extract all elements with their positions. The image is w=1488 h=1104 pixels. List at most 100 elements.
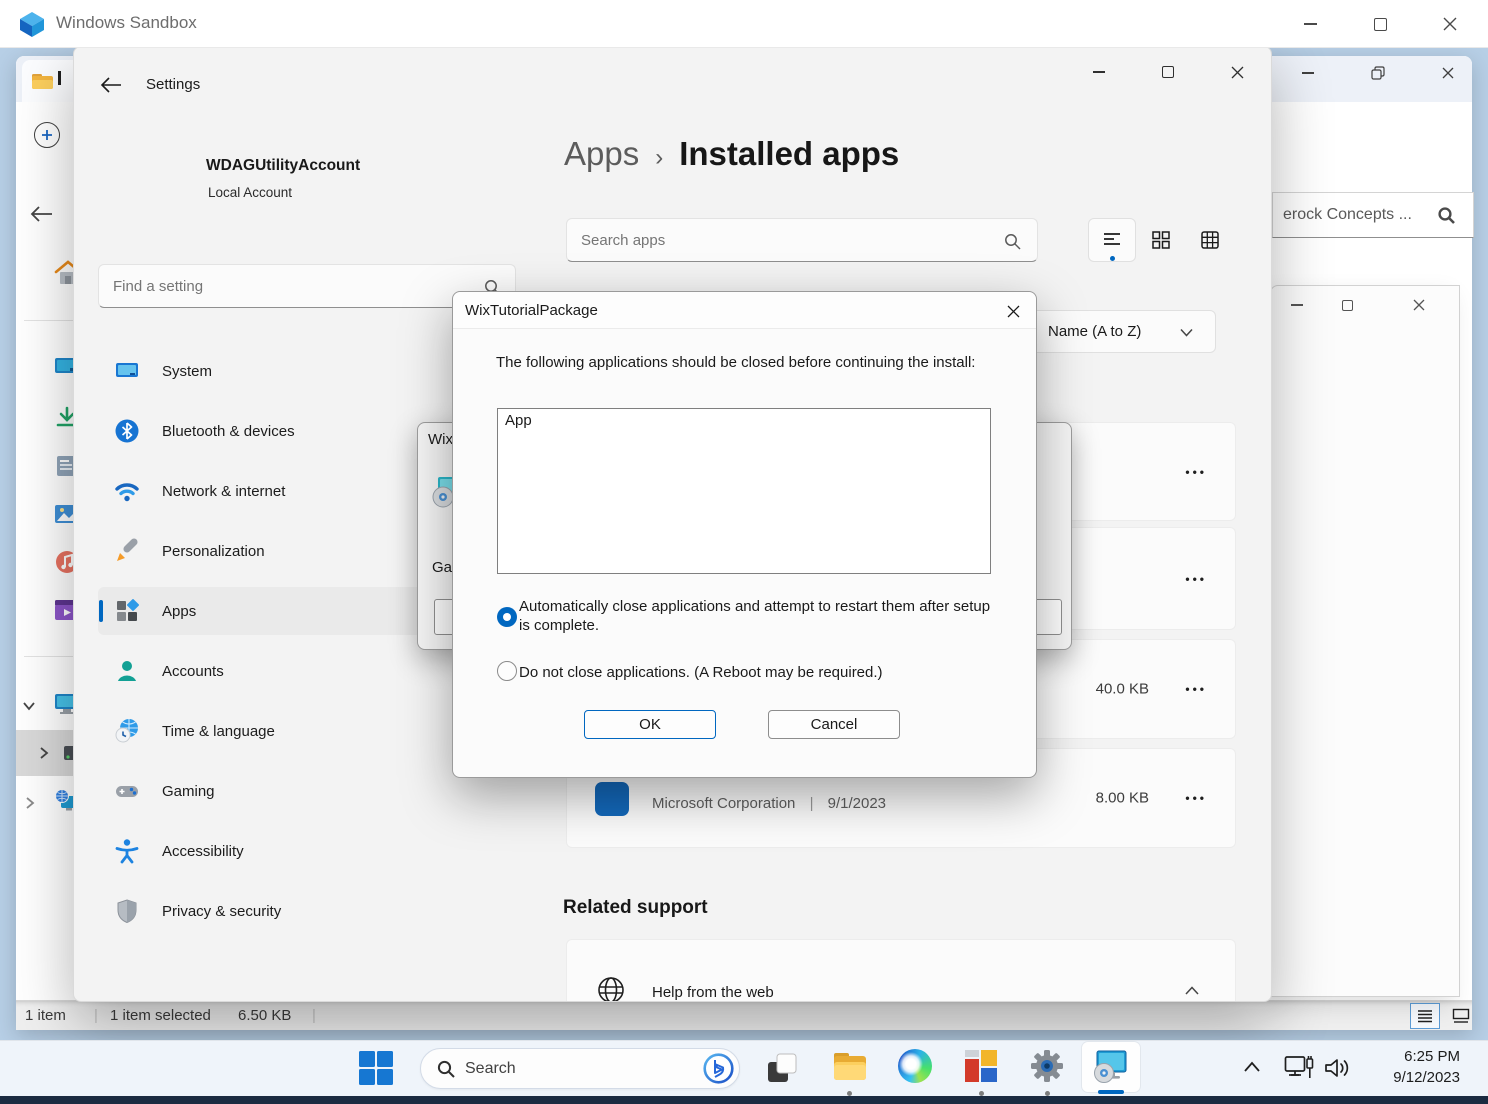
new-tab-button[interactable] <box>34 122 60 148</box>
sandbox-maximize-button[interactable] <box>1356 8 1404 40</box>
sidebar-item-label: Accessibility <box>162 843 244 860</box>
volume-tray-icon[interactable] <box>1324 1056 1352 1080</box>
task-view-button[interactable] <box>764 1050 800 1086</box>
back-arrow-icon[interactable] <box>28 204 54 224</box>
more-options-button[interactable]: ••• <box>1185 465 1207 479</box>
maximize-icon <box>1342 300 1353 311</box>
start-button[interactable] <box>358 1050 394 1086</box>
sidebar-item-accessibility[interactable]: Accessibility <box>98 827 516 875</box>
task-view-icon <box>766 1052 798 1084</box>
bg-window-minimize-button[interactable] <box>1277 292 1317 318</box>
sandbox-minimize-button[interactable] <box>1286 8 1334 40</box>
explorer-restore-button[interactable] <box>1358 58 1398 88</box>
breadcrumb-apps[interactable]: Apps <box>564 135 639 173</box>
settings-window-title: Settings <box>146 76 200 93</box>
explorer-minimize-button[interactable] <box>1288 58 1328 88</box>
thumbnail-view-icon <box>1452 1008 1470 1024</box>
breadcrumb-chevron: › <box>639 144 679 172</box>
settings-minimize-button[interactable] <box>1076 57 1122 87</box>
close-icon <box>1007 305 1020 318</box>
radio-do-not-close[interactable] <box>497 661 517 681</box>
restore-icon <box>1371 66 1385 80</box>
sidebar-item-label: Bluetooth & devices <box>162 423 295 440</box>
sandbox-close-button[interactable] <box>1426 8 1474 40</box>
wix-window-text: Ga <box>432 559 452 576</box>
grid-view-button[interactable] <box>1137 218 1185 262</box>
active-view-dot <box>1110 256 1115 261</box>
dialog-title: WixTutorialPackage <box>465 302 598 319</box>
explorer-search-box[interactable] <box>1272 192 1474 238</box>
settings-maximize-button[interactable] <box>1145 57 1191 87</box>
sandbox-titlebar: Windows Sandbox <box>0 0 1488 48</box>
more-options-button[interactable]: ••• <box>1185 791 1207 805</box>
network-tray-icon[interactable] <box>1284 1054 1314 1082</box>
help-from-web-card[interactable]: Help from the web <box>566 939 1236 1002</box>
sidebar-divider-2 <box>24 656 76 657</box>
dialog-message: The following applications should be clo… <box>496 354 975 371</box>
account-type: Local Account <box>208 185 292 200</box>
details-view-button[interactable] <box>1410 1003 1440 1029</box>
settings-taskbar-button[interactable] <box>1029 1048 1065 1084</box>
publisher-date-divider: | <box>800 795 824 812</box>
search-icon <box>1004 233 1021 250</box>
edge-taskbar-button[interactable] <box>897 1048 933 1084</box>
dialog-close-button[interactable] <box>993 295 1033 327</box>
search-apps-input[interactable] <box>567 219 1037 261</box>
ok-button[interactable]: OK <box>584 710 716 739</box>
page-title: Installed apps <box>679 135 899 173</box>
tray-date-value: 9/12/2023 <box>1356 1067 1460 1088</box>
tray-chevron-up-icon[interactable] <box>1243 1060 1261 1074</box>
background-window <box>1270 285 1460 997</box>
gamepad-icon <box>114 778 140 804</box>
listbox-item[interactable]: App <box>498 409 990 432</box>
more-options-button[interactable]: ••• <box>1185 572 1207 586</box>
chevron-down-icon[interactable] <box>22 700 36 712</box>
bluetooth-icon <box>114 418 140 444</box>
tiles-app-taskbar-button[interactable] <box>963 1048 999 1084</box>
sidebar-item-privacy[interactable]: Privacy & security <box>98 887 516 935</box>
folder-tab-icon <box>32 72 54 90</box>
table-view-button[interactable] <box>1186 218 1234 262</box>
chevron-up-icon[interactable] <box>1185 986 1199 995</box>
maximize-icon <box>1162 66 1174 78</box>
files-in-use-dialog: WixTutorialPackage The following applica… <box>452 291 1037 778</box>
taskbar-search[interactable]: Search <box>420 1048 740 1089</box>
wix-window-title: Wix <box>428 431 453 448</box>
tray-clock[interactable]: 6:25 PM 9/12/2023 <box>1356 1046 1460 1088</box>
running-indicator-dot <box>979 1091 984 1096</box>
settings-back-button[interactable] <box>100 76 122 94</box>
tab-title-fragment <box>58 71 61 85</box>
bg-window-maximize-button[interactable] <box>1327 292 1367 318</box>
more-options-button[interactable]: ••• <box>1185 682 1207 696</box>
installer-taskbar-button[interactable] <box>1082 1042 1140 1092</box>
explorer-close-button[interactable] <box>1428 58 1468 88</box>
selected-tree-row[interactable] <box>16 730 76 776</box>
status-selected-count: 1 item selected <box>110 1007 211 1024</box>
app-install-date: 9/1/2023 <box>828 795 886 812</box>
globe-clock-icon <box>114 718 140 744</box>
installer-monitor-disc-icon <box>1092 1048 1130 1086</box>
explorer-search-input[interactable] <box>1283 206 1433 224</box>
file-explorer-taskbar-button[interactable] <box>831 1048 869 1086</box>
sidebar-item-label: Accounts <box>162 663 224 680</box>
list-view-button[interactable] <box>1088 218 1136 262</box>
thumbnail-view-button[interactable] <box>1446 1003 1476 1029</box>
shield-icon <box>114 898 140 924</box>
selected-indicator <box>99 600 103 622</box>
running-indicator-dot <box>847 1091 852 1096</box>
bg-window-close-button[interactable] <box>1399 292 1439 318</box>
close-icon <box>1442 67 1454 79</box>
settings-close-button[interactable] <box>1214 57 1260 87</box>
plus-icon <box>40 128 54 142</box>
radio-auto-close[interactable] <box>497 607 517 627</box>
screen-bottom-edge <box>0 1096 1488 1104</box>
applications-listbox[interactable]: App <box>497 408 991 574</box>
sidebar-item-label: Privacy & security <box>162 903 281 920</box>
radio-do-not-close-label[interactable]: Do not close applications. (A Reboot may… <box>519 663 999 682</box>
chevron-right-icon-2[interactable] <box>24 796 36 810</box>
explorer-status-bar: 1 item | 1 item selected 6.50 KB | <box>16 1000 1472 1030</box>
radio-auto-close-label[interactable]: Automatically close applications and att… <box>519 597 991 635</box>
status-selected-size: 6.50 KB <box>238 1007 291 1024</box>
minimize-icon <box>1093 71 1105 73</box>
cancel-button[interactable]: Cancel <box>768 710 900 739</box>
